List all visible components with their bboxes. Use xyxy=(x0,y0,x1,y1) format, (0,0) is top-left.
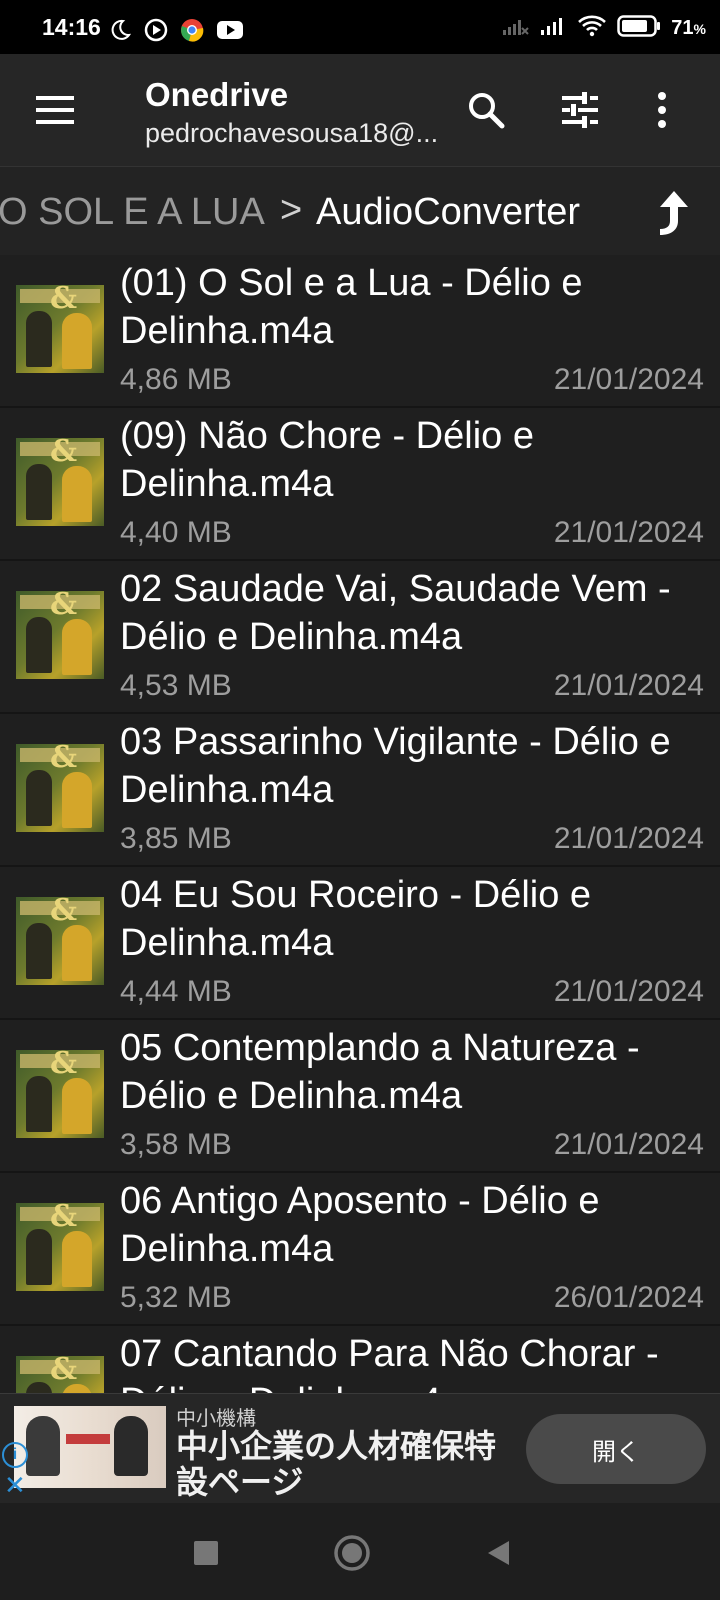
search-icon xyxy=(469,93,505,129)
level-up-icon xyxy=(660,191,688,235)
album-thumbnail: & xyxy=(16,438,104,526)
file-size: 4,40 MB xyxy=(120,516,232,549)
breadcrumb: O SOL E A LUA > AudioConverter xyxy=(0,166,720,256)
file-date: 21/01/2024 xyxy=(553,822,704,855)
signal-1-icon xyxy=(501,16,530,41)
file-row[interactable]: & 04 Eu Sou Roceiro - Délio e Delinha.m4… xyxy=(0,867,720,1020)
youtube-icon xyxy=(216,19,244,46)
file-date: 21/01/2024 xyxy=(553,669,704,702)
file-row[interactable]: & (09) Não Chore - Délio e Delinha.m4a 4… xyxy=(0,408,720,561)
file-size: 4,86 MB xyxy=(120,363,232,396)
file-size: 3,85 MB xyxy=(120,822,232,855)
file-date: 21/01/2024 xyxy=(553,1128,704,1161)
ad-close-icon[interactable]: ✕ xyxy=(4,1472,26,1498)
file-name: (09) Não Chore - Délio e Delinha.m4a xyxy=(120,415,534,505)
menu-button[interactable] xyxy=(34,90,76,130)
file-name: 05 Contemplando a Natureza - Délio e Del… xyxy=(120,1027,640,1117)
app-bar: Onedrive pedrochavesousa18@... xyxy=(0,54,720,166)
file-row[interactable]: & 07 Cantando Para Não Chorar - Délio e … xyxy=(0,1326,720,1393)
ad-source: 中小機構 xyxy=(176,1408,256,1430)
wifi-icon xyxy=(577,15,607,42)
file-size: 4,53 MB xyxy=(120,669,232,702)
album-thumbnail: & xyxy=(16,1050,104,1138)
status-time: 14:16 xyxy=(42,14,101,40)
file-row[interactable]: & 03 Passarinho Vigilante - Délio e Deli… xyxy=(0,714,720,867)
file-name: 03 Passarinho Vigilante - Délio e Delinh… xyxy=(120,721,671,811)
file-row[interactable]: & 05 Contemplando a Natureza - Délio e D… xyxy=(0,1020,720,1173)
album-thumbnail: & xyxy=(16,285,104,373)
file-row[interactable]: & 06 Antigo Aposento - Délio e Delinha.m… xyxy=(0,1173,720,1326)
file-row[interactable]: & 02 Saudade Vai, Saudade Vem - Délio e … xyxy=(0,561,720,714)
recents-button[interactable] xyxy=(184,1531,228,1575)
media-app-icon xyxy=(144,18,168,47)
file-name: (01) O Sol e a Lua - Délio e Delinha.m4a xyxy=(120,262,583,352)
sliders-icon xyxy=(562,92,598,128)
file-date: 21/01/2024 xyxy=(553,975,704,1008)
file-row[interactable]: & (01) O Sol e a Lua - Délio e Delinha.m… xyxy=(0,255,720,408)
file-size: 5,32 MB xyxy=(120,1281,232,1314)
file-size: 3,58 MB xyxy=(120,1128,232,1161)
breadcrumb-separator: > xyxy=(280,189,303,231)
album-thumbnail: & xyxy=(16,591,104,679)
file-name: 02 Saudade Vai, Saudade Vem - Délio e De… xyxy=(120,568,671,658)
status-bar: 14:16 71% xyxy=(0,0,720,54)
filter-button[interactable] xyxy=(552,82,608,138)
search-button[interactable] xyxy=(458,82,514,138)
file-date: 26/01/2024 xyxy=(553,1281,704,1314)
account-email: pedrochavesousa18@... xyxy=(145,118,439,148)
album-thumbnail: & xyxy=(16,744,104,832)
album-thumbnail: & xyxy=(16,1203,104,1291)
more-vertical-icon xyxy=(658,92,666,128)
ad-title[interactable]: 中小企業の人材確保特設ページ xyxy=(176,1428,506,1500)
ad-info-icon[interactable]: i xyxy=(2,1442,28,1468)
file-name: 07 Cantando Para Não Chorar - Délio e De… xyxy=(120,1333,659,1393)
file-name: 06 Antigo Aposento - Délio e Delinha.m4a xyxy=(120,1180,600,1270)
file-size: 4,44 MB xyxy=(120,975,232,1008)
breadcrumb-current[interactable]: AudioConverter xyxy=(316,191,580,234)
breadcrumb-parent[interactable]: O SOL E A LUA xyxy=(0,191,265,234)
back-button[interactable] xyxy=(476,1531,520,1575)
battery-percent: 71% xyxy=(671,17,706,39)
album-thumbnail: & xyxy=(16,897,104,985)
circle-icon xyxy=(334,1535,370,1571)
battery-icon xyxy=(617,14,661,43)
file-name: 04 Eu Sou Roceiro - Délio e Delinha.m4a xyxy=(120,874,592,964)
hamburger-icon xyxy=(36,96,74,124)
file-date: 21/01/2024 xyxy=(553,363,704,396)
more-options-button[interactable] xyxy=(634,82,690,138)
album-thumbnail: & xyxy=(16,1356,104,1393)
square-icon xyxy=(194,1541,218,1565)
chrome-icon xyxy=(180,18,204,47)
triangle-back-icon xyxy=(488,1541,509,1565)
navigation-bar xyxy=(0,1503,720,1600)
ad-image[interactable] xyxy=(14,1406,166,1488)
home-button[interactable] xyxy=(330,1531,374,1575)
file-list: & (01) O Sol e a Lua - Délio e Delinha.m… xyxy=(0,255,720,1393)
file-date: 21/01/2024 xyxy=(553,516,704,549)
ad-banner[interactable]: i ✕ 中小機構 中小企業の人材確保特設ページ 開く xyxy=(0,1393,720,1504)
moon-icon xyxy=(108,18,132,47)
app-title: Onedrive xyxy=(145,76,289,113)
signal-2-icon xyxy=(539,16,567,41)
ad-open-button[interactable]: 開く xyxy=(526,1414,706,1484)
parent-folder-button[interactable] xyxy=(648,183,696,239)
